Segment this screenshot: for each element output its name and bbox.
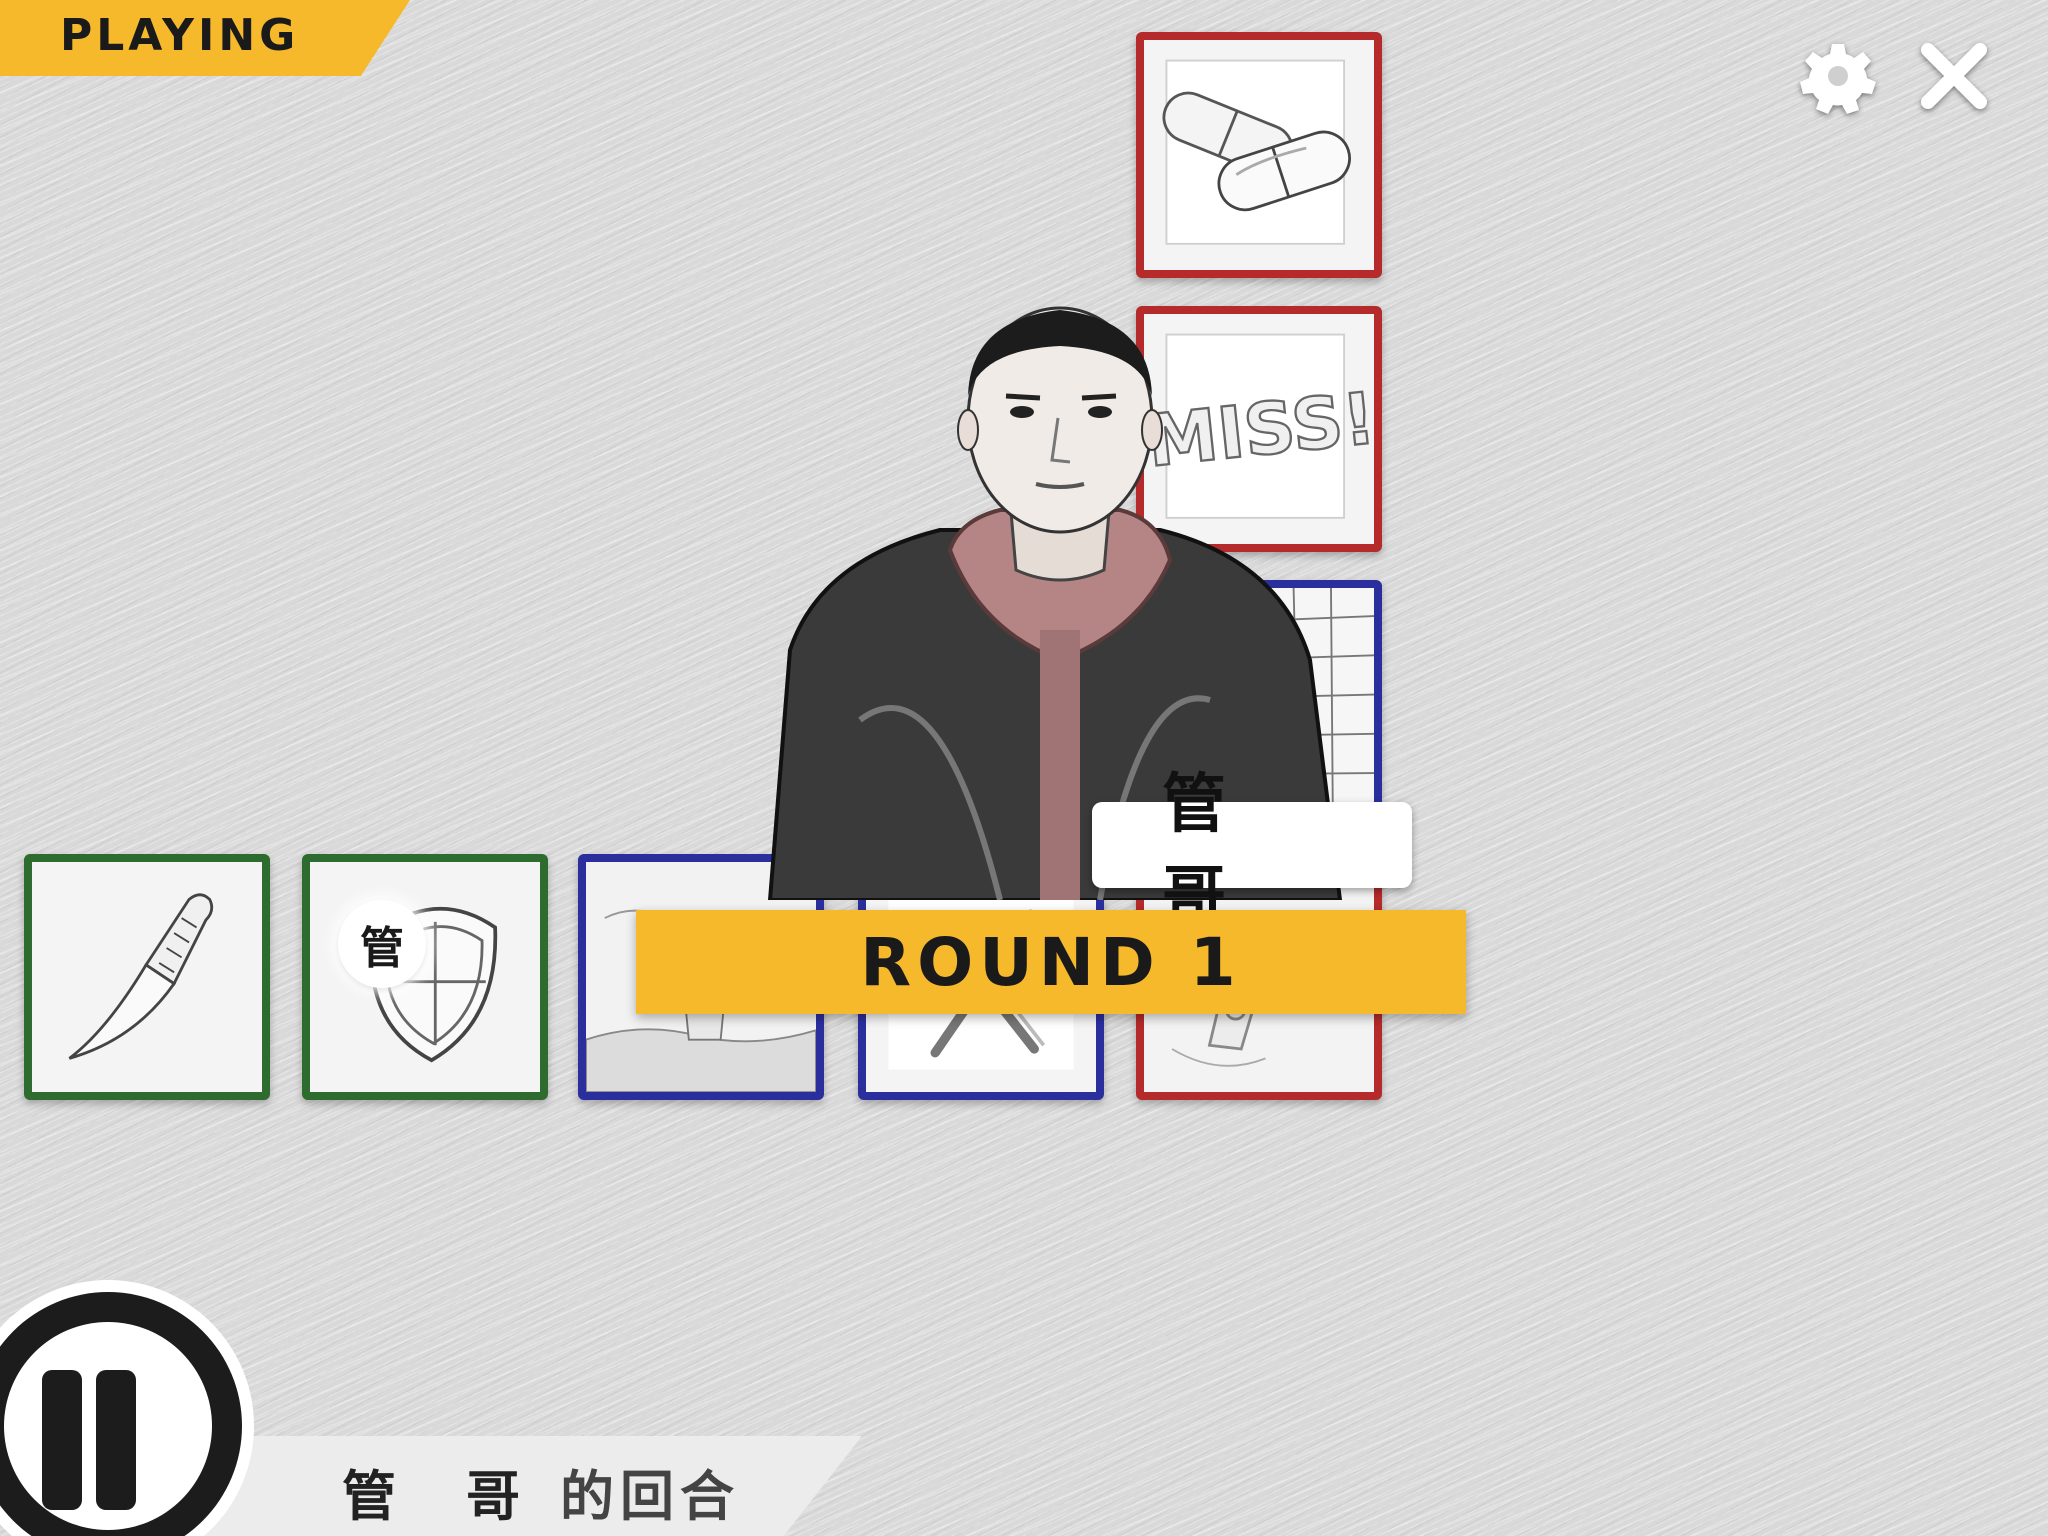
round-label: ROUND 1 <box>860 923 1242 1001</box>
knife-card[interactable] <box>24 854 270 1100</box>
player-name-plate: 管哥 <box>1092 768 1412 934</box>
turn-player-name: 管哥 <box>342 1465 590 1528</box>
close-icon <box>1921 43 1987 109</box>
knife-icon <box>68 893 214 1060</box>
owner-badge: 管 <box>338 900 426 988</box>
round-banner: ROUND 1 <box>636 910 1466 1014</box>
shield-card[interactable]: 管 <box>302 854 548 1100</box>
pause-icon <box>0 1280 254 1536</box>
pause-button[interactable] <box>0 1278 256 1536</box>
pills-card[interactable] <box>1136 32 1382 278</box>
shield-icon <box>369 906 498 1063</box>
pills-icon <box>1162 59 1351 245</box>
settings-button[interactable] <box>1798 36 1878 116</box>
status-label: PLAYING <box>60 10 300 61</box>
close-button[interactable] <box>1914 36 1994 116</box>
turn-suffix: 的回合 <box>560 1465 740 1528</box>
gear-icon <box>1800 44 1876 114</box>
